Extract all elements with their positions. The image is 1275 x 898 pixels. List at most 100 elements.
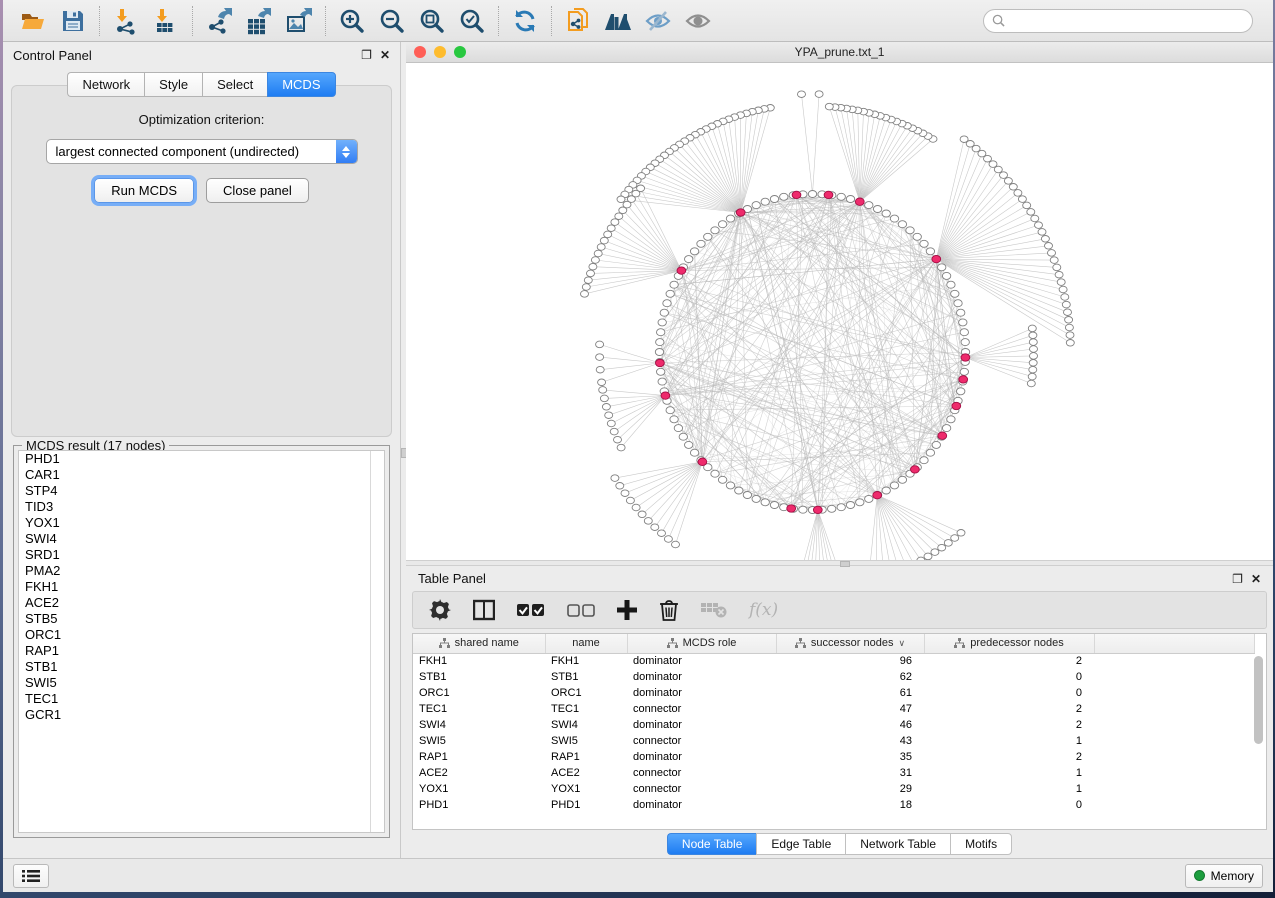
table-x-icon — [701, 601, 727, 619]
table-row[interactable]: YOX1YOX1connector291 — [413, 781, 1254, 797]
delete-column-button[interactable] — [659, 599, 679, 621]
table-row[interactable]: PHD1PHD1dominator180 — [413, 797, 1254, 813]
table-panel-title: Table Panel — [418, 571, 1232, 586]
column-header[interactable]: name — [545, 634, 627, 653]
table-row[interactable]: FKH1FKH1dominator962 — [413, 653, 1254, 669]
cell-name: TEC1 — [545, 701, 627, 717]
list-item[interactable]: RAP1 — [19, 643, 384, 659]
tab-network[interactable]: Network — [67, 72, 144, 97]
save-session-button[interactable] — [53, 4, 93, 38]
mcds-tab-content: Optimization criterion: largest connecte… — [11, 85, 392, 437]
table-scrollbar-thumb[interactable] — [1254, 656, 1263, 744]
table-row[interactable]: ACE2ACE2connector311 — [413, 765, 1254, 781]
cell-mcds_role: dominator — [627, 797, 776, 813]
zoom-in-icon — [338, 7, 366, 35]
list-item[interactable]: STP4 — [19, 483, 384, 499]
table-panel: Table Panel ❐ ✕ f(x) shared name name MCDS… — [406, 566, 1273, 858]
check-pair-icon — [517, 603, 545, 617]
table-row[interactable]: RAP1RAP1dominator352 — [413, 749, 1254, 765]
table-row[interactable]: STB1STB1dominator620 — [413, 669, 1254, 685]
search-box[interactable] — [983, 9, 1253, 33]
hide-selection-button[interactable] — [638, 4, 678, 38]
gear-icon — [429, 599, 451, 621]
table-row[interactable]: TEC1TEC1connector472 — [413, 701, 1254, 717]
list-item[interactable]: PHD1 — [19, 451, 384, 467]
show-selection-button[interactable] — [678, 4, 718, 38]
list-item[interactable]: SWI5 — [19, 675, 384, 691]
list-item[interactable]: GCR1 — [19, 707, 384, 723]
list-item[interactable]: SRD1 — [19, 547, 384, 563]
list-item[interactable]: STB1 — [19, 659, 384, 675]
tab-select[interactable]: Select — [202, 72, 267, 97]
criterion-select[interactable]: largest connected component (undirected) — [46, 139, 358, 164]
tab-motifs[interactable]: Motifs — [950, 833, 1012, 855]
column-header[interactable]: successor nodes∨ — [776, 634, 924, 653]
export-image-button[interactable] — [279, 4, 319, 38]
select-all-rows-button[interactable] — [517, 603, 545, 617]
list-item[interactable]: ACE2 — [19, 595, 384, 611]
memory-label: Memory — [1211, 869, 1254, 883]
network-window-title: YPA_prune.txt_1 — [406, 45, 1273, 59]
network-graph[interactable] — [406, 63, 1273, 560]
column-header[interactable]: MCDS role — [627, 634, 776, 653]
list-scrollbar-track[interactable] — [370, 451, 371, 832]
close-panel-icon[interactable]: ✕ — [380, 49, 390, 61]
column-visibility-button[interactable] — [473, 599, 495, 621]
plus-icon — [617, 600, 637, 620]
network-view[interactable] — [406, 63, 1273, 560]
optimization-criterion-label: Optimization criterion: — [12, 112, 391, 127]
tab-node-table[interactable]: Node Table — [667, 833, 757, 855]
list-item[interactable]: YOX1 — [19, 515, 384, 531]
splitter-grip[interactable] — [840, 561, 850, 567]
table-row[interactable]: ORC1ORC1dominator610 — [413, 685, 1254, 701]
import-network-button[interactable] — [106, 4, 146, 38]
network-documents-button[interactable] — [558, 4, 598, 38]
cell-filler — [1094, 749, 1254, 765]
tab-network-table[interactable]: Network Table — [845, 833, 950, 855]
list-item[interactable]: CAR1 — [19, 467, 384, 483]
list-item[interactable]: SWI4 — [19, 531, 384, 547]
cell-shared_name: RAP1 — [413, 749, 545, 765]
list-item[interactable]: STB5 — [19, 611, 384, 627]
zoom-fit-button[interactable] — [412, 4, 452, 38]
open-file-button[interactable] — [13, 4, 53, 38]
list-item[interactable]: TEC1 — [19, 691, 384, 707]
import-table-button[interactable] — [146, 4, 186, 38]
table-row[interactable]: SWI5SWI5connector431 — [413, 733, 1254, 749]
sitemap-icon — [795, 638, 806, 649]
task-history-button[interactable] — [13, 864, 49, 888]
column-header[interactable]: predecessor nodes — [924, 634, 1094, 653]
table-row[interactable]: SWI4SWI4dominator462 — [413, 717, 1254, 733]
memory-button[interactable]: Memory — [1185, 864, 1263, 888]
float-panel-icon[interactable]: ❐ — [1232, 573, 1243, 585]
tab-style[interactable]: Style — [144, 72, 202, 97]
zoom-in-button[interactable] — [332, 4, 372, 38]
list-item[interactable]: TID3 — [19, 499, 384, 515]
tab-edge-table[interactable]: Edge Table — [756, 833, 845, 855]
run-mcds-button[interactable]: Run MCDS — [94, 178, 194, 203]
deselect-all-rows-button[interactable] — [567, 603, 595, 617]
fx-icon: f(x) — [749, 600, 778, 620]
list-item[interactable]: PMA2 — [19, 563, 384, 579]
list-item[interactable]: ORC1 — [19, 627, 384, 643]
add-column-button[interactable] — [617, 600, 637, 620]
column-label: successor nodes — [811, 637, 894, 649]
close-panel-icon[interactable]: ✕ — [1251, 573, 1261, 585]
float-panel-icon[interactable]: ❐ — [361, 49, 372, 61]
list-item[interactable]: FKH1 — [19, 579, 384, 595]
column-header[interactable]: shared name — [413, 634, 545, 653]
column-label: name — [572, 637, 600, 649]
close-panel-button[interactable]: Close panel — [206, 178, 309, 203]
export-network-button[interactable] — [199, 4, 239, 38]
export-table-button[interactable] — [239, 4, 279, 38]
memory-status-icon — [1194, 870, 1205, 881]
table-settings-button[interactable] — [429, 599, 451, 621]
find-network-button[interactable] — [598, 4, 638, 38]
zoom-out-button[interactable] — [372, 4, 412, 38]
horizontal-splitter[interactable] — [406, 560, 1273, 566]
mcds-result-list[interactable]: PHD1CAR1STP4TID3YOX1SWI4SRD1PMA2FKH1ACE2… — [18, 450, 385, 833]
search-input[interactable] — [1010, 14, 1244, 28]
tab-mcds[interactable]: MCDS — [267, 72, 335, 97]
zoom-selected-button[interactable] — [452, 4, 492, 38]
refresh-button[interactable] — [505, 4, 545, 38]
